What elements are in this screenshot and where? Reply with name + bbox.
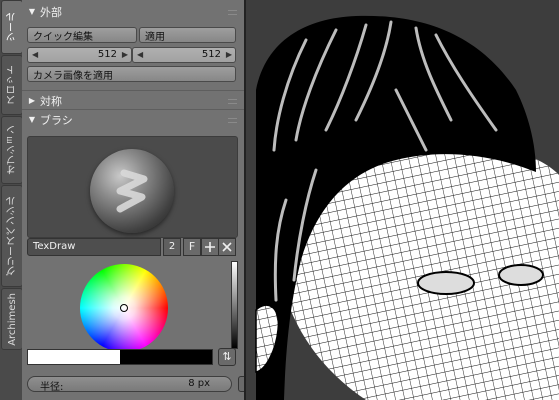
tool-panel: ▼ 外部 クイック編集 適用 ◀ 512 ▶ ◀ 512 ▶ カメラ画像を適用 … [22, 0, 246, 400]
increment-arrow-icon[interactable]: ▶ [226, 50, 232, 59]
add-brush-button[interactable] [201, 238, 219, 256]
tab-slots[interactable]: スロット [1, 55, 23, 115]
drag-grip-icon[interactable] [228, 10, 237, 15]
increment-arrow-icon[interactable]: ▶ [122, 50, 128, 59]
swap-arrows-icon: ⇅ [222, 350, 232, 363]
radius-value: 8 px [188, 378, 210, 389]
tab-slots-label: スロット [6, 65, 18, 105]
decrement-arrow-icon[interactable]: ◀ [137, 50, 143, 59]
tab-grease-pencil-label: グリースペンシル [6, 196, 18, 276]
brush-users-count[interactable]: 2 [163, 238, 181, 256]
height-field[interactable]: ◀ 512 ▶ [132, 47, 236, 63]
quick-edit-label: クイック編集 [33, 31, 93, 43]
radius-label: 半径: [40, 382, 64, 393]
wireframe-mesh [255, 15, 559, 400]
height-value: 512 [201, 49, 221, 60]
symmetry-panel-header[interactable]: ▶ 対称 [22, 90, 244, 110]
close-icon [222, 242, 232, 252]
brush-users-value: 2 [168, 241, 176, 252]
brush-name-field[interactable]: TexDraw [27, 238, 161, 256]
expanded-triangle-icon: ▼ [28, 7, 36, 16]
fake-user-button[interactable]: F [183, 238, 201, 256]
brush-stroke-icon [116, 169, 148, 213]
left-eye-mesh [417, 271, 475, 295]
apply-button[interactable]: 適用 [139, 27, 236, 43]
swap-colors-button[interactable]: ⇅ [218, 348, 236, 366]
brush-selector: TexDraw 2 F [27, 238, 236, 256]
tab-archimesh[interactable]: Archimesh [1, 288, 23, 350]
tab-tools[interactable]: ツール [1, 0, 23, 54]
color-picker-cursor[interactable] [120, 304, 128, 312]
primary-color-swatch[interactable] [28, 350, 120, 364]
apply-camera-image-label: カメラ画像を適用 [33, 70, 113, 82]
external-panel-header[interactable]: ▼ 外部 [22, 2, 244, 21]
tab-grease-pencil[interactable]: グリースペンシル [1, 185, 23, 287]
width-value: 512 [97, 49, 117, 60]
collapsed-triangle-icon: ▶ [28, 96, 36, 105]
plus-icon [205, 242, 215, 252]
color-swatches [27, 349, 213, 365]
color-wheel[interactable] [80, 264, 168, 352]
fake-user-label: F [188, 240, 196, 253]
expanded-triangle-icon: ▼ [28, 115, 36, 124]
brush-panel-header[interactable]: ▼ ブラシ [22, 109, 244, 129]
tab-tools-label: ツール [6, 12, 18, 42]
brush-panel-title: ブラシ [40, 113, 73, 127]
tab-options[interactable]: オプション [1, 116, 23, 184]
quick-edit-button[interactable]: クイック編集 [27, 27, 137, 43]
apply-camera-image-button[interactable]: カメラ画像を適用 [27, 66, 236, 82]
brush-name: TexDraw [33, 241, 76, 252]
external-panel-title: 外部 [40, 5, 62, 19]
radius-slider[interactable]: 半径: 8 px [27, 376, 232, 393]
secondary-color-swatch[interactable] [120, 350, 212, 364]
value-slider[interactable] [231, 261, 238, 349]
tool-shelf-tabs: ツール スロット オプション グリースペンシル Archimesh [0, 0, 23, 400]
right-eye-mesh [498, 264, 544, 286]
3d-viewport[interactable] [246, 0, 559, 400]
symmetry-panel-title: 対称 [40, 94, 62, 108]
pressure-toggle-icon[interactable] [238, 376, 244, 392]
remove-brush-button[interactable] [218, 238, 236, 256]
tab-archimesh-label: Archimesh [6, 292, 18, 346]
drag-grip-icon[interactable] [228, 99, 237, 104]
drag-grip-icon[interactable] [228, 118, 237, 123]
decrement-arrow-icon[interactable]: ◀ [32, 50, 38, 59]
brush-preview[interactable] [27, 136, 238, 238]
width-field[interactable]: ◀ 512 ▶ [27, 47, 132, 63]
tab-options-label: オプション [6, 125, 18, 175]
apply-label: 適用 [145, 31, 165, 43]
brush-preview-sphere [90, 149, 174, 233]
